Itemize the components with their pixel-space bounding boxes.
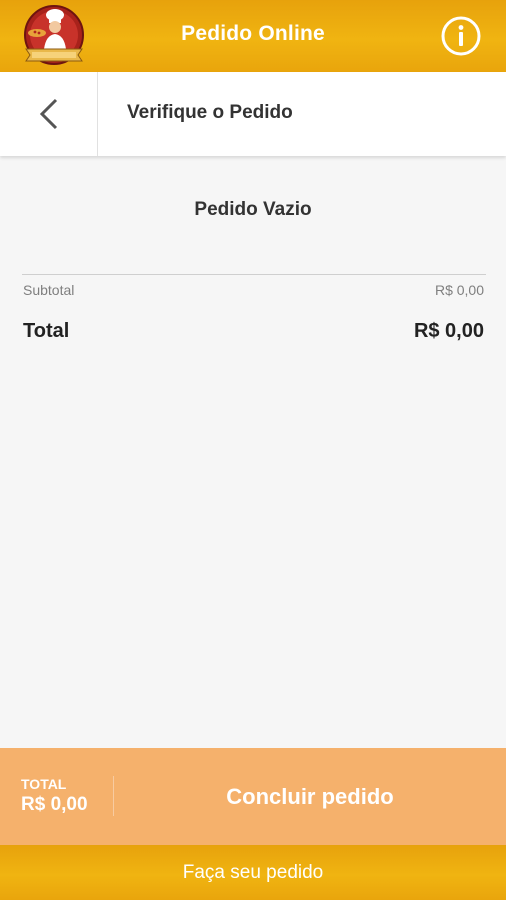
place-order-label: Faça seu pedido bbox=[182, 862, 324, 883]
page-title: Verifique o Pedido bbox=[127, 102, 293, 123]
subtotal-value: R$ 0,00 bbox=[434, 282, 484, 298]
app-title: Pedido Online bbox=[181, 22, 325, 45]
chevron-left-icon bbox=[39, 98, 58, 130]
divider bbox=[22, 274, 486, 275]
info-icon[interactable] bbox=[440, 15, 482, 57]
back-button[interactable] bbox=[0, 72, 98, 156]
total-label: Total bbox=[23, 320, 70, 342]
empty-cart-message: Pedido Vazio bbox=[194, 199, 312, 220]
subtotal-label: Subtotal bbox=[23, 282, 75, 298]
page-header: Verifique o Pedido bbox=[0, 72, 506, 156]
total-value: R$ 0,00 bbox=[413, 320, 484, 342]
bar-total-value: R$ 0,00 bbox=[21, 794, 88, 815]
app-header: Pedido Online bbox=[0, 0, 506, 72]
conclude-order-button[interactable]: Concluir pedido bbox=[114, 748, 506, 845]
place-order-bar[interactable]: Faça seu pedido bbox=[0, 845, 506, 900]
bar-total-label: TOTAL bbox=[21, 776, 67, 792]
checkout-bar: TOTAL R$ 0,00 Concluir pedido bbox=[0, 748, 506, 845]
